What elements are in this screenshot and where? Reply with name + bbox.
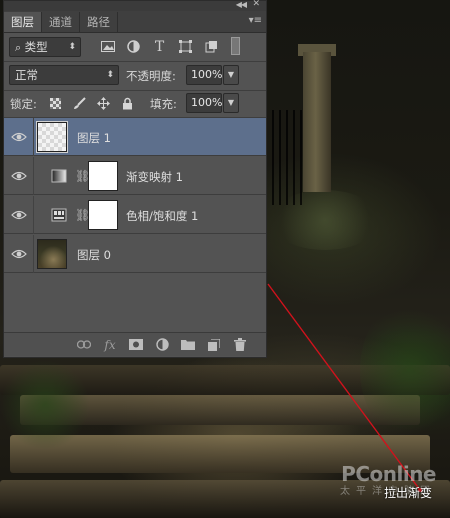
filter-kind-label: 类型 [24,40,48,54]
new-adjustment-layer-icon[interactable] [154,337,170,352]
tab-channels[interactable]: 通道 [42,12,80,32]
layer-thumbnail[interactable] [37,239,67,269]
eye-visibility-icon[interactable] [11,247,27,261]
panel-titlebar[interactable]: ◀◀ ✕ [4,0,266,11]
layer-row-hue-saturation[interactable]: ⛓ 色相/饱和度 1 [4,196,266,234]
hue-saturation-adjustment-icon[interactable] [51,207,67,223]
filter-toggle-switch[interactable] [231,37,240,55]
column-divider [33,157,34,195]
close-icon[interactable]: ✕ [252,0,260,9]
blend-mode-value: 正常 [15,68,38,82]
bottom-icons: fx [76,337,248,352]
tab-layers[interactable]: 图层 [4,12,42,32]
ivy-foliage [360,300,450,440]
tab-paths[interactable]: 路径 [80,12,118,32]
shape-filter-icon[interactable] [177,39,194,54]
layer-name[interactable]: 色相/饱和度 1 [126,208,198,224]
eye-visibility-icon[interactable] [11,130,27,144]
gate-pillar [303,52,331,192]
layer-thumbnail[interactable] [36,121,68,153]
fill-label: 填充: [150,97,177,111]
opacity-label: 不透明度: [126,69,176,83]
pixel-filter-icon[interactable] [99,39,116,54]
fill-dropdown-button[interactable]: ▼ [223,93,239,113]
collapse-icon[interactable]: ◀◀ [236,0,247,9]
filter-icons: T [99,39,220,55]
layer-name[interactable]: 图层 0 [77,247,111,263]
layer-mask-thumbnail[interactable] [88,200,118,230]
layer-row-layer-0[interactable]: 图层 0 [4,235,266,273]
gradient-map-adjustment-icon[interactable] [51,168,67,184]
layers-panel: ◀◀ ✕ 图层 通道 路径 ▾≡ ⌕ 类型 ⬍ T 正常 ⬍ 不透明度: 100… [3,0,267,358]
opacity-input[interactable]: 100% [186,65,222,85]
layer-name[interactable]: 图层 1 [77,130,111,146]
panel-tabs: 图层 通道 路径 ▾≡ [4,11,266,33]
column-divider [33,118,34,156]
select-arrows-icon: ⬍ [106,70,114,80]
select-arrows-icon: ⬍ [68,42,76,52]
column-divider [33,196,34,234]
smart-object-filter-icon[interactable] [203,39,220,54]
link-layers-icon[interactable] [76,337,92,352]
fill-input[interactable]: 100% [186,93,222,113]
filter-kind-select[interactable]: ⌕ 类型 ⬍ [9,37,81,57]
delete-layer-trash-icon[interactable] [232,337,248,352]
type-filter-icon[interactable]: T [151,39,168,55]
lock-row: 锁定: 填充: 100% ▼ [4,91,266,117]
adjustment-filter-icon[interactable] [125,39,142,54]
eye-visibility-icon[interactable] [11,208,27,222]
lock-position-icon[interactable] [96,96,111,111]
lock-image-pixels-icon[interactable] [72,96,87,111]
layer-mask-thumbnail[interactable] [88,161,118,191]
column-divider [33,235,34,273]
add-mask-icon[interactable] [128,337,144,352]
divider [4,61,266,62]
lock-icons [48,96,135,111]
layer-filter-row: ⌕ 类型 ⬍ T [4,34,266,60]
new-group-folder-icon[interactable] [180,337,196,352]
iron-gate [272,110,306,205]
ivy-foliage [0,360,90,450]
lock-label: 锁定: [10,97,37,111]
blend-row: 正常 ⬍ 不透明度: 100% ▼ [4,63,266,89]
opacity-dropdown-button[interactable]: ▼ [223,65,239,85]
layers-bottom-toolbar: fx [4,332,266,356]
blend-mode-select[interactable]: 正常 ⬍ [9,65,119,85]
tutorial-caption: 拉出渐变 [384,486,433,500]
new-layer-icon[interactable] [206,337,222,352]
search-icon: ⌕ [15,41,25,54]
lock-all-icon[interactable] [120,96,135,111]
eye-visibility-icon[interactable] [11,169,27,183]
layer-row-layer-1[interactable]: 图层 1 [4,118,266,156]
layer-name[interactable]: 渐变映射 1 [126,169,183,185]
panel-menu-icon[interactable]: ▾≡ [249,15,262,26]
fx-layer-style-icon[interactable]: fx [102,337,118,352]
lock-transparent-pixels-icon[interactable] [48,96,63,111]
layer-row-gradient-map[interactable]: ⛓ 渐变映射 1 [4,157,266,195]
layers-list: 图层 1 ⛓ 渐变映射 1 ⛓ 色相/饱和度 1 图层 0 [4,118,266,330]
